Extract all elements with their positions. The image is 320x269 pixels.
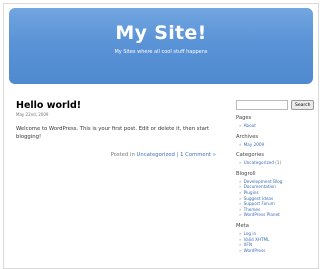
sidebar-item-may-2009[interactable]: May 2009 bbox=[239, 142, 316, 148]
archives-section: Archives May 2009 bbox=[236, 134, 316, 148]
search-input[interactable] bbox=[236, 100, 288, 110]
pages-heading: Pages bbox=[236, 115, 252, 121]
blogroll-item[interactable]: WordPress Planet bbox=[239, 212, 316, 218]
search-form: Search bbox=[236, 100, 316, 110]
sidebar: Search Pages About Archives May 2009 Cat… bbox=[236, 100, 316, 253]
post-meta: Posted in Uncategorized | 1 Comment » bbox=[16, 152, 216, 158]
post-date: May 22nd, 2009 bbox=[16, 112, 49, 117]
meta-separator: | bbox=[176, 152, 179, 158]
meta-heading: Meta bbox=[236, 222, 249, 229]
categories-section: Categories Uncategorized (1) bbox=[236, 152, 316, 166]
category-link[interactable]: Uncategorized bbox=[137, 152, 175, 158]
site-header: My Site! My Sites where all cool stuff h… bbox=[9, 8, 313, 84]
categories-heading: Categories bbox=[236, 152, 264, 159]
meta-section: Meta Log in Valid XHTML XFN WordPress bbox=[236, 223, 316, 253]
blogroll-section: Blogroll Development Blog Documentation … bbox=[236, 171, 316, 218]
site-title[interactable]: My Site! bbox=[9, 22, 313, 44]
blogroll-heading: Blogroll bbox=[236, 170, 256, 177]
sidebar-item-uncategorized[interactable]: Uncategorized (1) bbox=[239, 160, 316, 166]
post-body: Welcome to WordPress. This is your first… bbox=[16, 126, 210, 140]
archives-heading: Archives bbox=[236, 133, 259, 140]
posted-in-label: Posted in bbox=[110, 152, 135, 158]
site-description: My Sites where all cool stuff happens bbox=[114, 49, 208, 55]
meta-item[interactable]: WordPress bbox=[239, 248, 316, 254]
search-button[interactable]: Search bbox=[291, 100, 315, 110]
sidebar-item-about[interactable]: About bbox=[239, 123, 316, 129]
category-label[interactable]: Uncategorized bbox=[244, 160, 274, 165]
comments-link[interactable]: 1 Comment » bbox=[180, 152, 216, 158]
post-title[interactable]: Hello world! bbox=[16, 100, 216, 111]
main-content: Hello world! May 22nd, 2009 Welcome to W… bbox=[16, 100, 216, 158]
pages-section: Pages About bbox=[236, 115, 316, 129]
category-count: (1) bbox=[275, 160, 282, 166]
page-wrapper: My Site! My Sites where all cool stuff h… bbox=[3, 3, 319, 269]
